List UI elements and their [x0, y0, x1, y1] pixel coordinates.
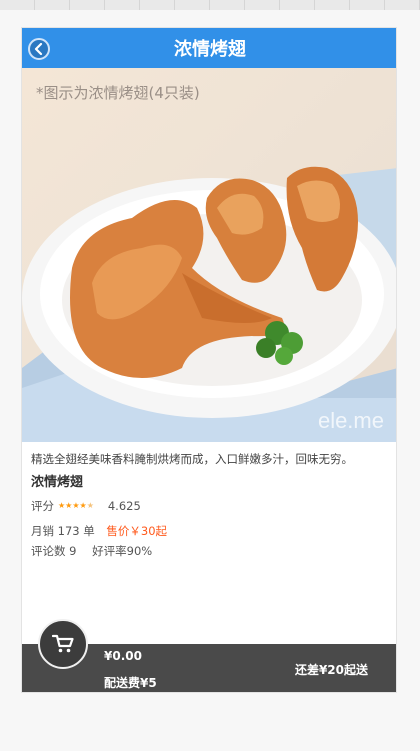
good-rate: 好评率90%: [92, 544, 153, 558]
browser-tab-strip: [0, 0, 420, 10]
chevron-left-icon: [34, 43, 43, 55]
shopping-cart-icon: [52, 634, 74, 653]
star-icon: ★: [79, 501, 87, 510]
rating-label: 评分: [31, 499, 54, 513]
price-label: 售价￥30起: [106, 524, 168, 538]
product-description: 精选全翅经美味香料腌制烘烤而成，入口鲜嫩多汁，回味无穷。: [31, 452, 353, 466]
image-caption: *图示为浓情烤翅(4只装): [36, 84, 200, 102]
star-icon: ★: [72, 501, 80, 510]
star-half-icon: ★: [86, 501, 94, 510]
review-count: 评论数 9: [31, 544, 77, 558]
product-name: 浓情烤翅: [31, 475, 84, 490]
cart-total: ¥0.00: [104, 649, 142, 663]
watermark-logo: ele.me: [317, 408, 384, 433]
page-title: 浓情烤翅: [174, 39, 246, 60]
review-row: 评论数 9 好评率90%: [31, 543, 391, 559]
chicken-wings-illustration: [22, 166, 396, 442]
rating-stars: ★ ★ ★ ★ ★: [58, 502, 94, 510]
rating-row: 评分 ★ ★ ★ ★ ★ 4.625: [31, 498, 391, 514]
product-image: *图示为浓情烤翅(4只装) ele.me: [22, 68, 396, 442]
product-info: 精选全翅经美味香料腌制烘烤而成，入口鲜嫩多汁，回味无穷。 浓情烤翅 评分 ★ ★…: [31, 450, 391, 559]
star-icon: ★: [58, 501, 66, 510]
min-order-notice: 还差¥20起送: [294, 663, 368, 677]
delivery-fee: 配送费¥5: [104, 676, 157, 690]
back-button[interactable]: [28, 38, 50, 60]
monthly-sales: 月销 173 单: [31, 524, 95, 538]
app-frame: 浓情烤翅 *图示为浓情烤翅(4只装) ele.me 精选全翅经美味香料腌制烘烤而…: [21, 27, 397, 693]
star-icon: ★: [65, 501, 73, 510]
rating-score: 4.625: [107, 499, 141, 513]
cart-button[interactable]: [38, 619, 88, 669]
sales-row: 月销 173 单 售价￥30起: [31, 523, 391, 539]
header-bar: 浓情烤翅: [22, 28, 396, 68]
